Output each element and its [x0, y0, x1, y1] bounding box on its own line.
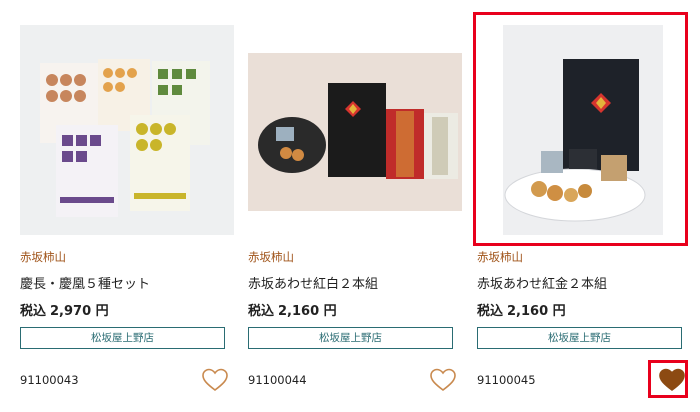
favorite-heart-filled-icon[interactable]: [658, 367, 686, 393]
product-price: 税込 2,160 円: [248, 300, 337, 319]
price-value: 2,160 円: [507, 304, 566, 319]
favorite-heart-icon[interactable]: [429, 367, 457, 393]
product-image[interactable]: [248, 25, 462, 235]
product-card[interactable]: 赤坂柿山 慶長・慶凰５種セット 税込 2,970 円 松坂屋上野店 9110004…: [20, 0, 238, 412]
product-price: 税込 2,160 円: [477, 300, 566, 319]
price-label: 税込: [248, 304, 275, 319]
product-code: 91100044: [248, 373, 307, 387]
brand-name[interactable]: 赤坂柿山: [477, 249, 523, 265]
product-card[interactable]: 赤坂柿山 赤坂あわせ紅白２本組 税込 2,160 円 松坂屋上野店 9110004…: [248, 0, 466, 412]
product-name[interactable]: 赤坂あわせ紅金２本組: [477, 273, 607, 292]
product-code: 91100045: [477, 373, 536, 387]
product-image[interactable]: [20, 25, 234, 235]
store-button[interactable]: 松坂屋上野店: [20, 327, 225, 349]
product-code: 91100043: [20, 373, 79, 387]
product-price: 税込 2,970 円: [20, 300, 109, 319]
product-image[interactable]: [477, 25, 691, 235]
store-button[interactable]: 松坂屋上野店: [477, 327, 682, 349]
price-label: 税込: [20, 304, 47, 319]
product-name[interactable]: 慶長・慶凰５種セット: [20, 273, 150, 292]
brand-name[interactable]: 赤坂柿山: [248, 249, 294, 265]
store-button[interactable]: 松坂屋上野店: [248, 327, 453, 349]
product-card[interactable]: 赤坂柿山 赤坂あわせ紅金２本組 税込 2,160 円 松坂屋上野店 9110004…: [477, 0, 695, 412]
price-value: 2,970 円: [50, 304, 109, 319]
product-name[interactable]: 赤坂あわせ紅白２本組: [248, 273, 378, 292]
price-label: 税込: [477, 304, 504, 319]
price-value: 2,160 円: [278, 304, 337, 319]
favorite-heart-icon[interactable]: [201, 367, 229, 393]
brand-name[interactable]: 赤坂柿山: [20, 249, 66, 265]
